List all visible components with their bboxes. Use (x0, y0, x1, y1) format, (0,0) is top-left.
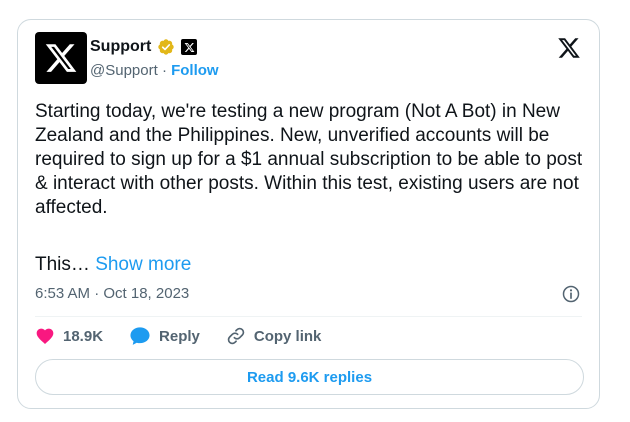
action-bar: 18.9K Reply Copy link (35, 326, 347, 346)
account-name[interactable]: Support (90, 38, 151, 56)
avatar[interactable] (35, 32, 87, 84)
info-icon[interactable] (561, 284, 581, 304)
truncated-text: This… (35, 254, 90, 275)
handle-row: @Support · Follow (90, 62, 219, 79)
read-replies-button[interactable]: Read 9.6K replies (35, 359, 584, 395)
like-count: 18.9K (63, 327, 104, 345)
follow-button[interactable]: Follow (171, 62, 219, 79)
separator: · (161, 62, 167, 79)
x-affiliate-badge-icon (181, 39, 198, 55)
tweet-text: Starting today, we're testing a new prog… (35, 101, 583, 218)
truncation-row: This… Show more (35, 253, 191, 277)
link-icon (227, 327, 245, 345)
verified-badge-icon (158, 39, 175, 55)
copy-link-button[interactable]: Copy link (226, 326, 322, 346)
x-logo-icon[interactable] (557, 36, 581, 60)
account-handle[interactable]: @Support (90, 62, 158, 79)
tweet-timestamp[interactable]: 6:53 AM · Oct 18, 2023 (35, 285, 189, 302)
chat-bubble-icon (130, 327, 150, 345)
heart-icon (36, 328, 54, 344)
x-logo-icon (45, 44, 77, 72)
show-more-link[interactable]: Show more (95, 254, 191, 275)
name-row: Support (90, 38, 198, 56)
copy-link-label: Copy link (253, 327, 322, 345)
divider (35, 316, 582, 317)
reply-button[interactable]: Reply (129, 326, 200, 346)
reply-label: Reply (159, 327, 200, 345)
tweet-embed-card: Support @Support · Follow Starting today… (17, 19, 600, 409)
like-button[interactable]: 18.9K (35, 326, 103, 346)
